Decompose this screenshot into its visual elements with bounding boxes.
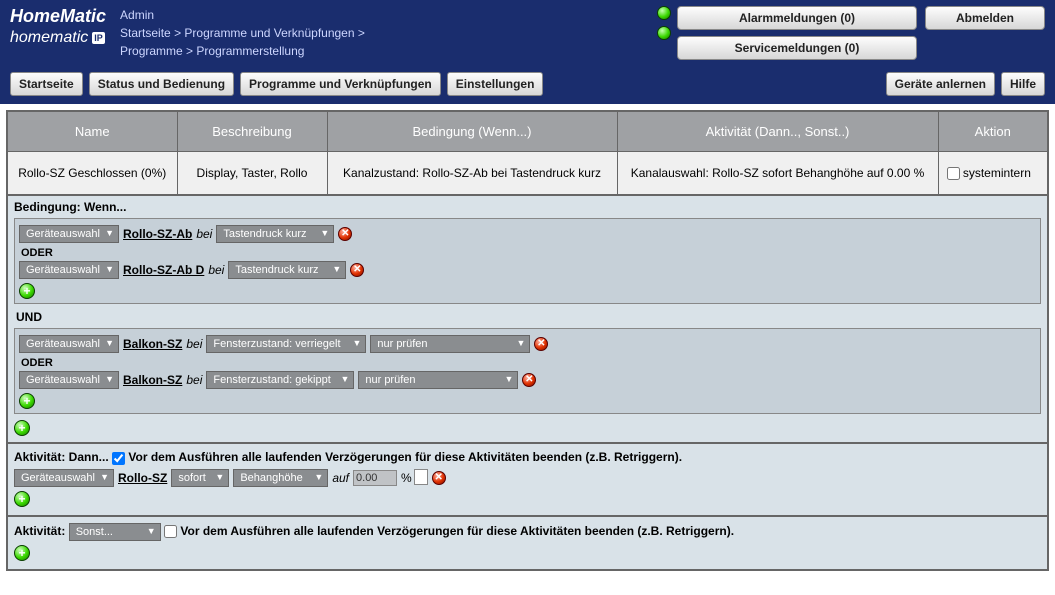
logo: HomeMatic homematic IP	[10, 6, 106, 47]
ip-badge: IP	[92, 32, 105, 44]
state-select[interactable]: Fensterzustand: verriegelt	[206, 335, 366, 353]
trigger-select[interactable]: Tastendruck kurz	[228, 261, 346, 279]
oder-label: ODER	[21, 357, 1036, 369]
delete-icon[interactable]: ✕	[522, 373, 536, 387]
service-button[interactable]: Servicemeldungen (0)	[677, 36, 917, 60]
alarm-led-icon	[657, 6, 671, 20]
condition-section: Bedingung: Wenn... Geräteauswahl Rollo-S…	[6, 196, 1049, 444]
oder-label: ODER	[21, 247, 1036, 259]
cell-aktion: systemintern	[938, 152, 1048, 196]
program-summary-table: Name Beschreibung Bedingung (Wenn...) Ak…	[6, 110, 1049, 196]
col-aktion: Aktion	[938, 111, 1048, 152]
timing-select[interactable]: sofort	[171, 469, 229, 487]
bc-programs[interactable]: Programme	[120, 44, 183, 58]
navbar: Startseite Status und Bedienung Programm…	[0, 68, 1055, 104]
cell-desc[interactable]: Display, Taster, Rollo	[177, 152, 327, 196]
logo-text-2: homematic IP	[10, 29, 106, 47]
cond-row-4: Geräteauswahl Balkon-SZ bei Fensterzusta…	[19, 371, 1036, 389]
breadcrumb: Admin Startseite > Programme und Verknüp…	[120, 6, 657, 60]
sonst-select[interactable]: Sonst...	[69, 523, 161, 541]
und-label: UND	[14, 306, 1041, 328]
value-input[interactable]	[353, 470, 397, 486]
cond-row-2: Geräteauswahl Rollo-SZ-Ab D bei Tastendr…	[19, 261, 1036, 279]
check-mode-select[interactable]: nur prüfen	[370, 335, 530, 353]
trigger-select[interactable]: Tastendruck kurz	[216, 225, 334, 243]
else-section: Aktivität: Sonst... Vor dem Ausführen al…	[6, 517, 1049, 571]
device-type-select[interactable]: Geräteauswahl	[19, 225, 119, 243]
bc-prog-link[interactable]: Programme und Verknüpfungen	[184, 26, 354, 40]
bei-label: bei	[186, 373, 202, 387]
cond-title: Bedingung: Wenn...	[14, 200, 1041, 214]
device-link[interactable]: Rollo-SZ-Ab	[123, 227, 192, 241]
user-label: Admin	[120, 8, 154, 22]
device-type-select[interactable]: Geräteauswahl	[14, 469, 114, 487]
status-leds	[657, 6, 671, 40]
add-icon[interactable]: +	[14, 491, 30, 507]
bei-label: bei	[208, 263, 224, 277]
col-act: Aktivität (Dann.., Sonst..)	[617, 111, 938, 152]
bei-label: bei	[186, 337, 202, 351]
auf-label: auf	[332, 471, 349, 485]
nav-home[interactable]: Startseite	[10, 72, 83, 96]
then-section: Aktivität: Dann... Vor dem Ausführen all…	[6, 444, 1049, 516]
bc-home[interactable]: Startseite	[120, 26, 171, 40]
col-name: Name	[7, 111, 177, 152]
device-link[interactable]: Balkon-SZ	[123, 373, 182, 387]
logo-text-1: HomeMatic	[10, 6, 106, 27]
header-buttons: Alarmmeldungen (0) Abmelden Servicemeldu…	[677, 6, 1045, 60]
nav-settings[interactable]: Einstellungen	[447, 72, 544, 96]
sysintern-checkbox[interactable]	[947, 167, 960, 180]
retrigger-label: Vor dem Ausführen alle laufenden Verzöge…	[128, 450, 682, 464]
nav-status[interactable]: Status und Bedienung	[89, 72, 234, 96]
cond-group-2: Geräteauswahl Balkon-SZ bei Fensterzusta…	[14, 328, 1041, 414]
service-led-icon	[657, 26, 671, 40]
retrigger-label: Vor dem Ausführen alle laufenden Verzöge…	[180, 524, 734, 538]
pct-label: %	[401, 471, 412, 485]
device-link[interactable]: Rollo-SZ	[118, 471, 167, 485]
dann-title: Aktivität: Dann...	[14, 450, 109, 464]
col-cond: Bedingung (Wenn...)	[327, 111, 617, 152]
state-select[interactable]: Fensterzustand: gekippt	[206, 371, 354, 389]
cell-act: Kanalauswahl: Rollo-SZ sofort Behanghöhe…	[617, 152, 938, 196]
bei-label: bei	[196, 227, 212, 241]
alarm-button[interactable]: Alarmmeldungen (0)	[677, 6, 917, 30]
nav-help[interactable]: Hilfe	[1001, 72, 1045, 96]
device-link[interactable]: Rollo-SZ-Ab D	[123, 263, 204, 277]
device-link[interactable]: Balkon-SZ	[123, 337, 182, 351]
add-icon[interactable]: +	[19, 393, 35, 409]
cell-cond: Kanalzustand: Rollo-SZ-Ab bei Tastendruc…	[327, 152, 617, 196]
add-icon[interactable]: +	[14, 545, 30, 561]
cond-row-3: Geräteauswahl Balkon-SZ bei Fensterzusta…	[19, 335, 1036, 353]
delete-icon[interactable]: ✕	[338, 227, 352, 241]
device-type-select[interactable]: Geräteauswahl	[19, 335, 119, 353]
sonst-title: Aktivität:	[14, 524, 65, 538]
delete-icon[interactable]: ✕	[534, 337, 548, 351]
add-group-icon[interactable]: +	[14, 420, 30, 436]
nav-learn[interactable]: Geräte anlernen	[886, 72, 995, 96]
check-mode-select[interactable]: nur prüfen	[358, 371, 518, 389]
delete-icon[interactable]: ✕	[350, 263, 364, 277]
retrigger-checkbox[interactable]	[112, 452, 125, 465]
cond-group-1: Geräteauswahl Rollo-SZ-Ab bei Tastendruc…	[14, 218, 1041, 304]
delete-icon[interactable]: ✕	[432, 471, 446, 485]
retrigger-checkbox[interactable]	[164, 525, 177, 538]
device-type-select[interactable]: Geräteauswahl	[19, 371, 119, 389]
header-bar: HomeMatic homematic IP Admin Startseite …	[0, 0, 1055, 68]
cond-row-1: Geräteauswahl Rollo-SZ-Ab bei Tastendruc…	[19, 225, 1036, 243]
device-type-select[interactable]: Geräteauswahl	[19, 261, 119, 279]
nav-programs[interactable]: Programme und Verknüpfungen	[240, 72, 441, 96]
then-row: Geräteauswahl Rollo-SZ sofort Behanghöhe…	[14, 469, 1041, 487]
add-icon[interactable]: +	[19, 283, 35, 299]
sysintern-label: systemintern	[963, 166, 1031, 180]
logout-button[interactable]: Abmelden	[925, 6, 1045, 30]
col-desc: Beschreibung	[177, 111, 327, 152]
bc-current: Programmerstellung	[196, 44, 304, 58]
cell-name[interactable]: Rollo-SZ Geschlossen (0%)	[7, 152, 177, 196]
table-row: Rollo-SZ Geschlossen (0%) Display, Taste…	[7, 152, 1048, 196]
copy-icon[interactable]	[416, 471, 428, 485]
action-select[interactable]: Behanghöhe	[233, 469, 328, 487]
